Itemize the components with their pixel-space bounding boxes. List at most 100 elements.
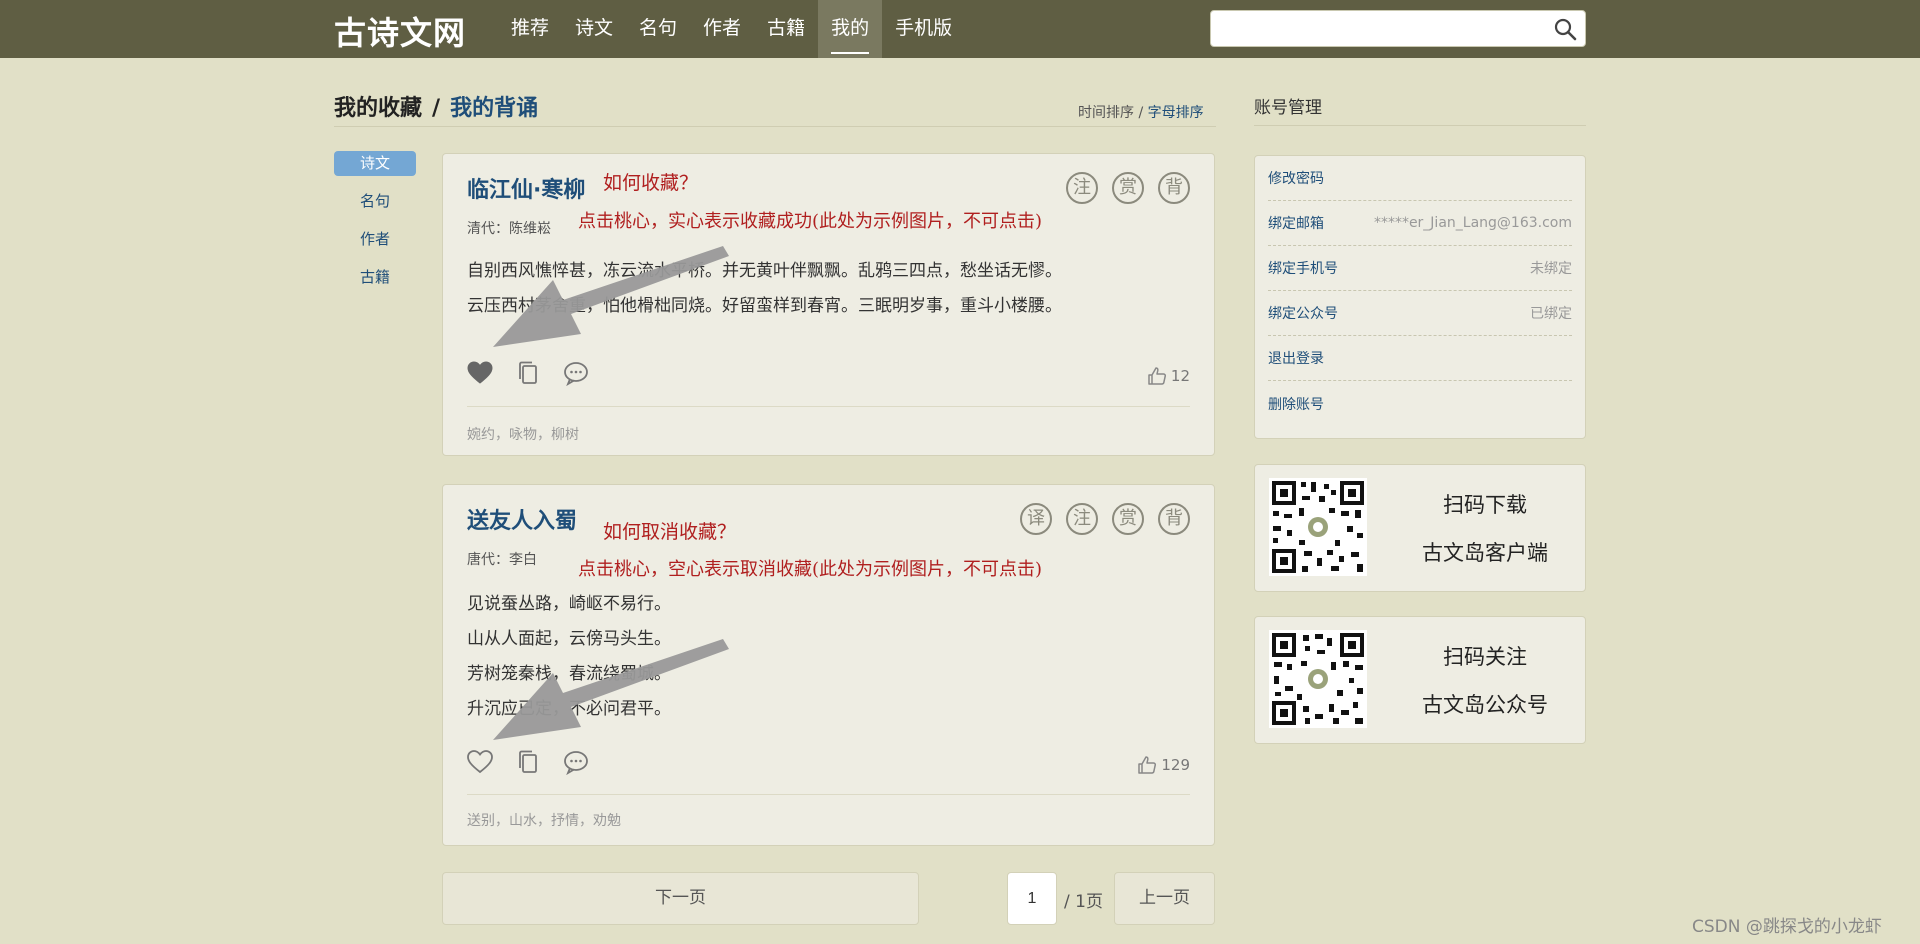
sort-by-alpha-link[interactable]: 字母排序 — [1148, 105, 1204, 121]
annotation-icon[interactable]: 注 — [1066, 172, 1098, 204]
comment-icon[interactable] — [563, 749, 589, 775]
search-input[interactable] — [1219, 16, 1539, 42]
nav-item-mobile[interactable]: 手机版 — [882, 0, 965, 58]
account-panel: 修改密码 绑定邮箱 *****er_Jian_Lang@163.com 绑定手机… — [1254, 155, 1586, 439]
nav-item-poems[interactable]: 诗文 — [562, 0, 626, 58]
qr-caption: 古文岛客户端 — [1422, 541, 1548, 565]
sort-links: 时间排序 / 字母排序 — [1078, 102, 1204, 122]
appreciation-icon[interactable]: 赏 — [1112, 503, 1144, 535]
qr-caption: 古文岛公众号 — [1422, 693, 1548, 717]
side-item-authors[interactable]: 作者 — [334, 227, 416, 252]
divider — [1254, 125, 1586, 126]
like-button[interactable]: 129 — [1137, 755, 1190, 775]
change-password-link[interactable]: 修改密码 — [1268, 168, 1324, 188]
account-row: 绑定邮箱 *****er_Jian_Lang@163.com — [1268, 201, 1572, 246]
title-separator: / — [432, 96, 441, 121]
tab-my-recitations[interactable]: 我的背诵 — [450, 96, 538, 121]
poem-tags[interactable]: 送别，山水，抒情，劝勉 — [467, 810, 621, 830]
poem-line: 见说蚕丛路，崎岖不易行。 — [467, 594, 671, 614]
side-item-quotes[interactable]: 名句 — [334, 189, 416, 214]
recite-icon[interactable]: 背 — [1158, 172, 1190, 204]
poem-title[interactable]: 临江仙·寒柳 — [467, 172, 585, 204]
thumbs-up-icon — [1138, 756, 1157, 774]
bind-email-link[interactable]: 绑定邮箱 — [1268, 213, 1324, 233]
poem-card: 临江仙·寒柳 清代：陈维崧 注 赏 背 自别西风憔悴甚，冻云流水平桥。并无黄叶伴… — [442, 153, 1215, 456]
poem-line: 升沉应已定，不必问君平。 — [467, 699, 671, 719]
tab-my-favorites[interactable]: 我的收藏 — [334, 96, 422, 121]
account-value: 已绑定 — [1530, 306, 1572, 322]
account-row: 退出登录 — [1268, 336, 1572, 381]
account-row: 删除账号 — [1268, 381, 1572, 426]
heart-outline-icon[interactable] — [467, 749, 493, 775]
thumbs-up-icon — [1148, 367, 1166, 385]
bind-phone-link[interactable]: 绑定手机号 — [1268, 258, 1338, 278]
poem-line: 芳树笼秦栈，春流绕蜀城。 — [467, 664, 671, 684]
main-nav: 推荐 诗文 名句 作者 古籍 我的 手机版 — [498, 0, 965, 58]
annotation-question: 如何收藏？ — [603, 172, 699, 194]
account-value: *****er_Jian_Lang@163.com — [1373, 215, 1572, 231]
account-row: 绑定手机号 未绑定 — [1268, 246, 1572, 291]
account-value: 未绑定 — [1530, 261, 1572, 277]
annotation-hint: 点击桃心，实心表示收藏成功(此处为示例图片，不可点击) — [578, 211, 1043, 232]
account-row: 绑定公众号 已绑定 — [1268, 291, 1572, 336]
poem-body: 自别西风憔悴甚，冻云流水平桥。并无黄叶伴飘飘。乱鸦三四点，愁坐话无憀。 云压西村… — [467, 254, 1062, 324]
like-button[interactable]: 12 — [1147, 366, 1190, 386]
sort-by-time-link[interactable]: 时间排序 — [1078, 105, 1134, 121]
recite-icon[interactable]: 背 — [1158, 503, 1190, 535]
qr-follow-panel: 扫码关注 古文岛公众号 — [1254, 616, 1586, 744]
annotation-question: 如何取消收藏？ — [603, 521, 737, 543]
page-title: 我的收藏 / 我的背诵 — [334, 90, 538, 122]
appreciation-icon[interactable]: 赏 — [1112, 172, 1144, 204]
qr-caption: 扫码关注 — [1443, 645, 1527, 669]
watermark: CSDN @跳探戈的小龙虾 — [1692, 917, 1882, 937]
comment-icon[interactable] — [563, 360, 589, 386]
divider — [467, 794, 1190, 795]
qr-code-icon — [1269, 630, 1367, 728]
like-count: 12 — [1170, 367, 1190, 385]
sort-separator: / — [1138, 105, 1144, 121]
logout-link[interactable]: 退出登录 — [1268, 348, 1324, 368]
qr-code-icon — [1269, 478, 1367, 576]
poem-body: 见说蚕丛路，崎岖不易行。 山从人面起，云傍马头生。 芳树笼秦栈，春流绕蜀城。 升… — [467, 587, 671, 727]
qr-download-panel: 扫码下载 古文岛客户端 — [1254, 464, 1586, 592]
site-logo[interactable]: 古诗文网 — [334, 8, 466, 54]
like-count: 129 — [1161, 756, 1190, 774]
poem-line: 山从人面起，云傍马头生。 — [467, 629, 671, 649]
side-item-classics[interactable]: 古籍 — [334, 265, 416, 290]
prev-page-button[interactable]: 上一页 — [1114, 872, 1215, 925]
poem-tools — [467, 360, 589, 386]
bind-wechat-link[interactable]: 绑定公众号 — [1268, 303, 1338, 323]
next-page-button[interactable]: 下一页 — [442, 872, 919, 925]
poem-card: 送友人入蜀 唐代：李白 译 注 赏 背 见说蚕丛路，崎岖不易行。 山从人面起，云… — [442, 484, 1215, 846]
poem-line: 云压西村茅舍重，怕他榾柮同烧。好留蛮样到春宵。三眠明岁事，重斗小楼腰。 — [467, 296, 1062, 316]
qr-caption: 扫码下载 — [1443, 493, 1527, 517]
side-item-poems[interactable]: 诗文 — [334, 151, 416, 176]
divider — [467, 406, 1190, 407]
account-title: 账号管理 — [1254, 98, 1322, 118]
annotation-icon[interactable]: 注 — [1066, 503, 1098, 535]
search-icon[interactable] — [1553, 17, 1577, 41]
nav-item-mine[interactable]: 我的 — [818, 0, 883, 58]
copy-icon[interactable] — [515, 360, 541, 386]
divider — [334, 126, 1216, 127]
copy-icon[interactable] — [515, 749, 541, 775]
heart-filled-icon[interactable] — [467, 360, 493, 386]
poem-title[interactable]: 送友人入蜀 — [467, 503, 577, 535]
nav-item-recommend[interactable]: 推荐 — [498, 0, 562, 58]
nav-item-quotes[interactable]: 名句 — [626, 0, 690, 58]
nav-item-classics[interactable]: 古籍 — [754, 0, 818, 58]
nav-item-authors[interactable]: 作者 — [690, 0, 754, 58]
page-number-input[interactable] — [1007, 872, 1057, 925]
delete-account-link[interactable]: 删除账号 — [1268, 394, 1324, 414]
poem-actions: 译 注 赏 背 — [1020, 503, 1190, 535]
side-nav: 诗文 名句 作者 古籍 — [334, 151, 416, 303]
account-row: 修改密码 — [1268, 156, 1572, 201]
poem-author[interactable]: 唐代：李白 — [467, 549, 537, 569]
search-box — [1210, 10, 1586, 47]
poem-tags[interactable]: 婉约，咏物，柳树 — [467, 424, 579, 444]
poem-actions: 注 赏 背 — [1066, 172, 1190, 204]
translation-icon[interactable]: 译 — [1020, 503, 1052, 535]
poem-author[interactable]: 清代：陈维崧 — [467, 218, 551, 238]
poem-line: 自别西风憔悴甚，冻云流水平桥。并无黄叶伴飘飘。乱鸦三四点，愁坐话无憀。 — [467, 261, 1062, 281]
annotation-hint: 点击桃心，空心表示取消收藏(此处为示例图片，不可点击) — [578, 559, 1043, 580]
